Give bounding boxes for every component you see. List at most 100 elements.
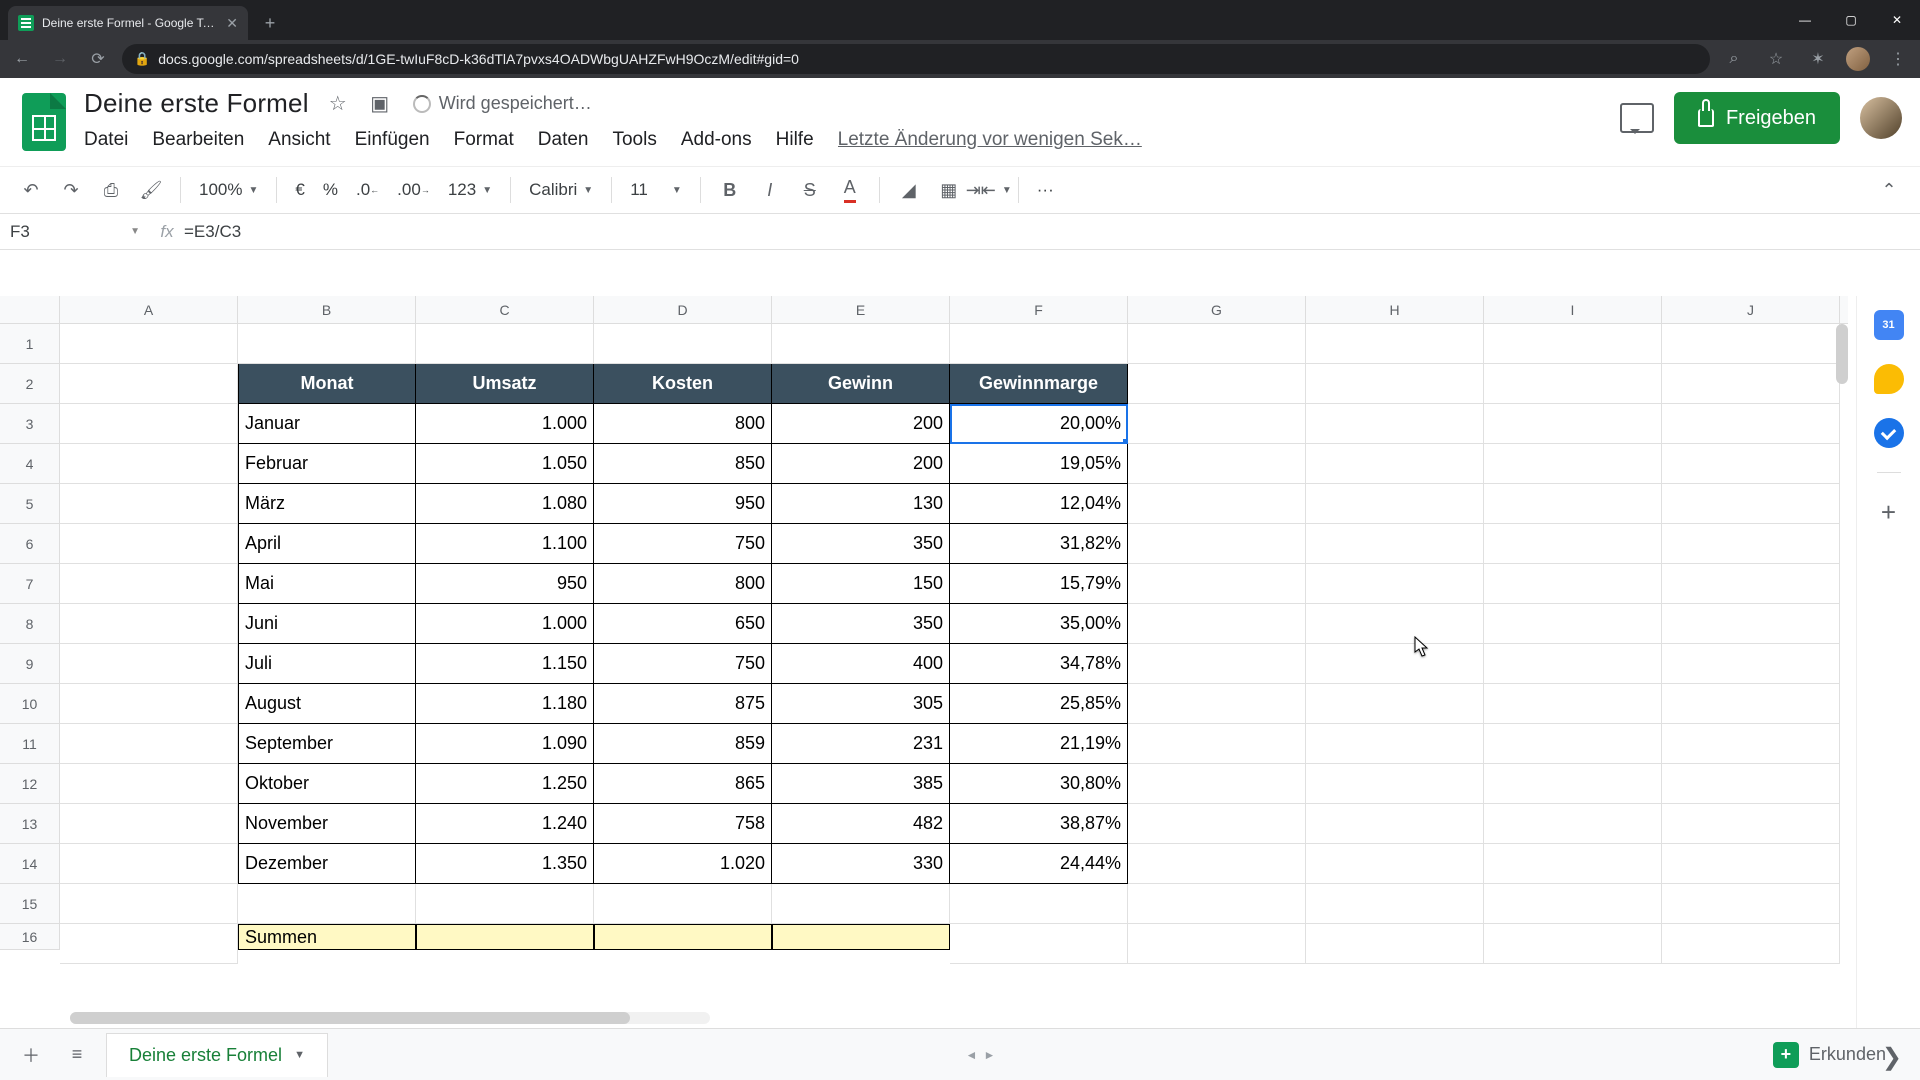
- italic-icon[interactable]: I: [753, 173, 787, 207]
- cell[interactable]: [1306, 324, 1484, 364]
- cell[interactable]: 1.150: [416, 644, 594, 684]
- cell[interactable]: [1128, 604, 1306, 644]
- cell[interactable]: [1306, 484, 1484, 524]
- cell[interactable]: 31,82%: [950, 524, 1128, 564]
- cell[interactable]: Dezember: [238, 844, 416, 884]
- cell[interactable]: [60, 524, 238, 564]
- star-icon[interactable]: ☆: [325, 91, 351, 116]
- column-header[interactable]: G: [1128, 296, 1306, 323]
- cell[interactable]: [1484, 324, 1662, 364]
- cell[interactable]: [1306, 604, 1484, 644]
- cell[interactable]: 200: [772, 404, 950, 444]
- new-tab-button[interactable]: +: [256, 9, 284, 37]
- zoom-icon[interactable]: ⌕: [1720, 45, 1748, 73]
- cell[interactable]: [1484, 924, 1662, 964]
- browser-tab[interactable]: Deine erste Formel - Google Tab… ✕: [8, 6, 248, 40]
- cell[interactable]: 19,05%: [950, 444, 1128, 484]
- cell[interactable]: 1.180: [416, 684, 594, 724]
- cell[interactable]: [1306, 924, 1484, 964]
- cell[interactable]: 21,19%: [950, 724, 1128, 764]
- horizontal-scrollbar[interactable]: [70, 1012, 710, 1024]
- column-header[interactable]: A: [60, 296, 238, 323]
- font-select[interactable]: Calibri▼: [523, 173, 599, 207]
- cell[interactable]: Mai: [238, 564, 416, 604]
- cell[interactable]: 30,80%: [950, 764, 1128, 804]
- cell[interactable]: 875: [594, 684, 772, 724]
- cell[interactable]: 1.090: [416, 724, 594, 764]
- move-folder-icon[interactable]: ▣: [367, 91, 393, 116]
- cell[interactable]: 231: [772, 724, 950, 764]
- cell[interactable]: 20,00%: [950, 404, 1128, 444]
- merge-cells-icon[interactable]: ⇥⇤▼: [972, 173, 1006, 207]
- cell[interactable]: 1.000: [416, 404, 594, 444]
- cell[interactable]: [1662, 644, 1840, 684]
- cell[interactable]: [1128, 404, 1306, 444]
- cell[interactable]: [60, 844, 238, 884]
- all-sheets-icon[interactable]: ≡: [60, 1038, 94, 1072]
- row-header[interactable]: 6: [0, 524, 60, 564]
- select-all-corner[interactable]: [0, 296, 60, 323]
- browser-avatar[interactable]: [1846, 47, 1870, 71]
- cell[interactable]: [1662, 764, 1840, 804]
- cell[interactable]: [1128, 444, 1306, 484]
- cell[interactable]: [1662, 444, 1840, 484]
- cell[interactable]: [1128, 844, 1306, 884]
- cell[interactable]: [1484, 404, 1662, 444]
- cell[interactable]: [950, 324, 1128, 364]
- cell[interactable]: [60, 644, 238, 684]
- cell[interactable]: [60, 564, 238, 604]
- cell[interactable]: [950, 924, 1128, 964]
- cell[interactable]: 1.250: [416, 764, 594, 804]
- cell[interactable]: [1306, 764, 1484, 804]
- cell[interactable]: 350: [772, 604, 950, 644]
- cell[interactable]: 850: [594, 444, 772, 484]
- zoom-select[interactable]: 100%▼: [193, 173, 264, 207]
- row-header[interactable]: 5: [0, 484, 60, 524]
- cell[interactable]: [238, 884, 416, 924]
- paint-format-icon[interactable]: 🖌: [134, 173, 168, 207]
- keep-icon[interactable]: [1874, 364, 1904, 394]
- cell[interactable]: [1128, 684, 1306, 724]
- cell[interactable]: [1662, 884, 1840, 924]
- url-input[interactable]: 🔒 docs.google.com/spreadsheets/d/1GE-twI…: [122, 44, 1710, 74]
- sheet-tab-menu-icon[interactable]: ▼: [294, 1049, 305, 1061]
- cell[interactable]: [1306, 364, 1484, 404]
- cell[interactable]: 200: [772, 444, 950, 484]
- cell[interactable]: November: [238, 804, 416, 844]
- menu-edit[interactable]: Bearbeiten: [152, 129, 244, 151]
- cell[interactable]: 758: [594, 804, 772, 844]
- cell[interactable]: Umsatz: [416, 364, 594, 404]
- cell[interactable]: 38,87%: [950, 804, 1128, 844]
- cell[interactable]: [772, 324, 950, 364]
- cell[interactable]: [1484, 524, 1662, 564]
- cell[interactable]: 15,79%: [950, 564, 1128, 604]
- column-header[interactable]: H: [1306, 296, 1484, 323]
- row-header[interactable]: 1: [0, 324, 60, 364]
- cell[interactable]: 650: [594, 604, 772, 644]
- cell[interactable]: 482: [772, 804, 950, 844]
- cell[interactable]: [1306, 564, 1484, 604]
- sheets-logo-icon[interactable]: [18, 88, 70, 156]
- cell[interactable]: [950, 884, 1128, 924]
- row-header[interactable]: 8: [0, 604, 60, 644]
- cell[interactable]: [60, 404, 238, 444]
- toolbar-more[interactable]: ···: [1031, 173, 1060, 207]
- cell[interactable]: Kosten: [594, 364, 772, 404]
- row-header[interactable]: 13: [0, 804, 60, 844]
- cell[interactable]: Gewinnmarge: [950, 364, 1128, 404]
- cell[interactable]: [60, 884, 238, 924]
- cell[interactable]: [1484, 764, 1662, 804]
- cell[interactable]: [1128, 644, 1306, 684]
- cell[interactable]: [60, 444, 238, 484]
- undo-icon[interactable]: ↶: [14, 173, 48, 207]
- extensions-icon[interactable]: ✶: [1804, 45, 1832, 73]
- cell[interactable]: [1662, 724, 1840, 764]
- row-header[interactable]: 15: [0, 884, 60, 924]
- cell[interactable]: [416, 324, 594, 364]
- menu-file[interactable]: Datei: [84, 129, 128, 151]
- cell[interactable]: 34,78%: [950, 644, 1128, 684]
- cell[interactable]: [1662, 484, 1840, 524]
- cell[interactable]: [1484, 884, 1662, 924]
- cell[interactable]: [1306, 404, 1484, 444]
- cell[interactable]: 859: [594, 724, 772, 764]
